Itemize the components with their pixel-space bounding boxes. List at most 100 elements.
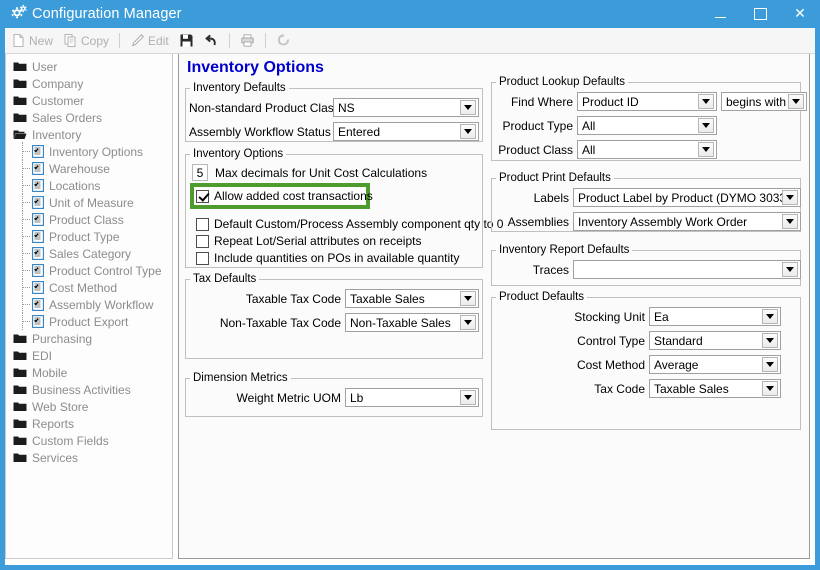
folder-icon [13,384,27,395]
sidebar-tree[interactable]: User Company Customer Sales Orders Inven… [5,54,173,559]
toolbar-print-button[interactable] [235,30,260,52]
sidebar-item-reports[interactable]: Reports [6,415,172,432]
weight-metric-uom-select[interactable]: Lb [345,388,479,407]
sidebar-item-label: Inventory [32,127,82,142]
assembly-workflow-status-select[interactable]: Entered [333,122,479,141]
allow-added-cost-transactions-row[interactable]: Allow added cost transactions [196,189,373,203]
checklist-icon [32,315,44,328]
sidebar-item-inventory-options[interactable]: Inventory Options [6,142,172,160]
sidebar-item-product-type[interactable]: Product Type [6,227,172,245]
sidebar-item-product-control-type[interactable]: Product Control Type [6,261,172,279]
sidebar-item-product-class[interactable]: Product Class [6,210,172,228]
assemblies-select[interactable]: Inventory Assembly Work Order [573,212,801,231]
sidebar-item-services[interactable]: Services [6,449,172,466]
toolbar-refresh-button[interactable] [271,30,296,52]
chevron-down-icon[interactable] [762,381,778,396]
chevron-down-icon[interactable] [782,262,798,277]
toolbar-undo-button[interactable] [199,30,224,52]
product-type-select[interactable]: All [577,116,717,135]
chevron-down-icon[interactable] [460,100,476,115]
chevron-down-icon[interactable] [698,118,714,133]
labels-select[interactable]: Product Label by Product (DYMO 30336) [573,188,801,207]
page-title: Inventory Options [187,59,324,76]
sidebar-item-customer[interactable]: Customer [6,92,172,109]
default-assembly-component-qty-row[interactable]: Default Custom/Process Assembly componen… [196,217,503,231]
sidebar-item-user[interactable]: User [6,58,172,75]
product-class-select[interactable]: All [577,140,717,159]
labels-label: Labels [533,190,569,205]
chevron-down-icon[interactable] [460,124,476,139]
labels-row: Labels Product Label by Product (DYMO 30… [495,188,801,207]
stocking-unit-row: Stocking Unit Ea [495,307,781,326]
body-area: User Company Customer Sales Orders Inven… [5,54,815,565]
folder-icon [13,367,27,378]
product-print-defaults-legend: Product Print Defaults [499,172,611,184]
cost-method-select[interactable]: Average [649,355,781,374]
toolbar-copy-label: Copy [81,33,110,48]
sidebar-item-edi[interactable]: EDI [6,347,172,364]
find-where-field-select[interactable]: Product ID [577,92,717,111]
chevron-down-icon[interactable] [762,333,778,348]
default-assembly-component-qty-checkbox[interactable] [196,217,209,231]
sidebar-item-company[interactable]: Company [6,75,172,92]
sidebar-item-purchasing[interactable]: Purchasing [6,330,172,347]
checklist-icon [32,179,44,192]
include-po-quantities-row[interactable]: Include quantities on POs in available q… [196,251,460,265]
chevron-down-icon[interactable] [698,94,714,109]
max-decimals-input[interactable]: 5 [192,164,208,181]
chevron-down-icon[interactable] [698,142,714,157]
taxable-tax-code-select[interactable]: Taxable Sales [345,289,479,308]
chevron-down-icon[interactable] [460,291,476,306]
tax-code-select[interactable]: Taxable Sales [649,379,781,398]
sidebar-item-locations[interactable]: Locations [6,176,172,194]
close-button[interactable]: ✕ [780,0,815,28]
non-taxable-tax-code-select[interactable]: Non-Taxable Sales [345,313,479,332]
new-document-icon [11,33,26,48]
non-standard-product-class-select[interactable]: NS [333,98,479,117]
sidebar-item-cost-method[interactable]: Cost Method [6,278,172,296]
product-class-row: Product Class All [495,140,717,159]
find-where-operator-value: begins with [726,94,787,109]
traces-select[interactable] [573,260,801,279]
sidebar-item-warehouse[interactable]: Warehouse [6,159,172,177]
sidebar-item-label: Assembly Workflow [49,297,154,312]
stocking-unit-select[interactable]: Ea [649,307,781,326]
allow-added-cost-transactions-label: Allow added cost transactions [214,189,373,203]
product-defaults-legend: Product Defaults [499,291,585,303]
sidebar-item-sales-category[interactable]: Sales Category [6,244,172,262]
toolbar-copy-button[interactable]: Copy [58,30,114,52]
control-type-label: Control Type [577,333,645,348]
sidebar-item-custom-fields[interactable]: Custom Fields [6,432,172,449]
sidebar-item-label: Reports [32,416,75,431]
toolbar-save-button[interactable] [174,30,199,52]
chevron-down-icon[interactable] [762,357,778,372]
product-lookup-defaults-legend: Product Lookup Defaults [499,76,625,88]
maximize-button[interactable] [740,0,780,28]
allow-added-cost-transactions-checkbox[interactable] [196,189,209,203]
minimize-button[interactable] [700,0,740,28]
product-class-value: All [582,142,596,157]
control-type-select[interactable]: Standard [649,331,781,350]
product-type-label: Product Type [502,118,574,133]
sidebar-item-unit-of-measure[interactable]: Unit of Measure [6,193,172,211]
sidebar-item-web-store[interactable]: Web Store [6,398,172,415]
toolbar-edit-button[interactable]: Edit [125,30,174,52]
chevron-down-icon[interactable] [460,390,476,405]
sidebar-item-assembly-workflow[interactable]: Assembly Workflow [6,295,172,313]
sidebar-item-product-export[interactable]: Product Export [6,312,172,330]
repeat-lot-serial-attributes-row[interactable]: Repeat Lot/Serial attributes on receipts [196,234,421,248]
chevron-down-icon[interactable] [782,190,798,205]
repeat-lot-serial-attributes-checkbox[interactable] [196,234,209,248]
sidebar-item-mobile[interactable]: Mobile [6,364,172,381]
sidebar-item-label: Web Store [32,399,89,414]
chevron-down-icon[interactable] [762,309,778,324]
include-po-quantities-checkbox[interactable] [196,251,209,265]
find-where-operator-select[interactable]: begins with [721,92,807,111]
chevron-down-icon[interactable] [460,315,476,330]
sidebar-item-business-activities[interactable]: Business Activities [6,381,172,398]
toolbar-new-button[interactable]: New [6,30,58,52]
chevron-down-icon[interactable] [782,214,798,229]
sidebar-item-sales-orders[interactable]: Sales Orders [6,109,172,126]
sidebar-item-inventory[interactable]: Inventory [6,126,172,143]
chevron-down-icon[interactable] [788,94,804,109]
